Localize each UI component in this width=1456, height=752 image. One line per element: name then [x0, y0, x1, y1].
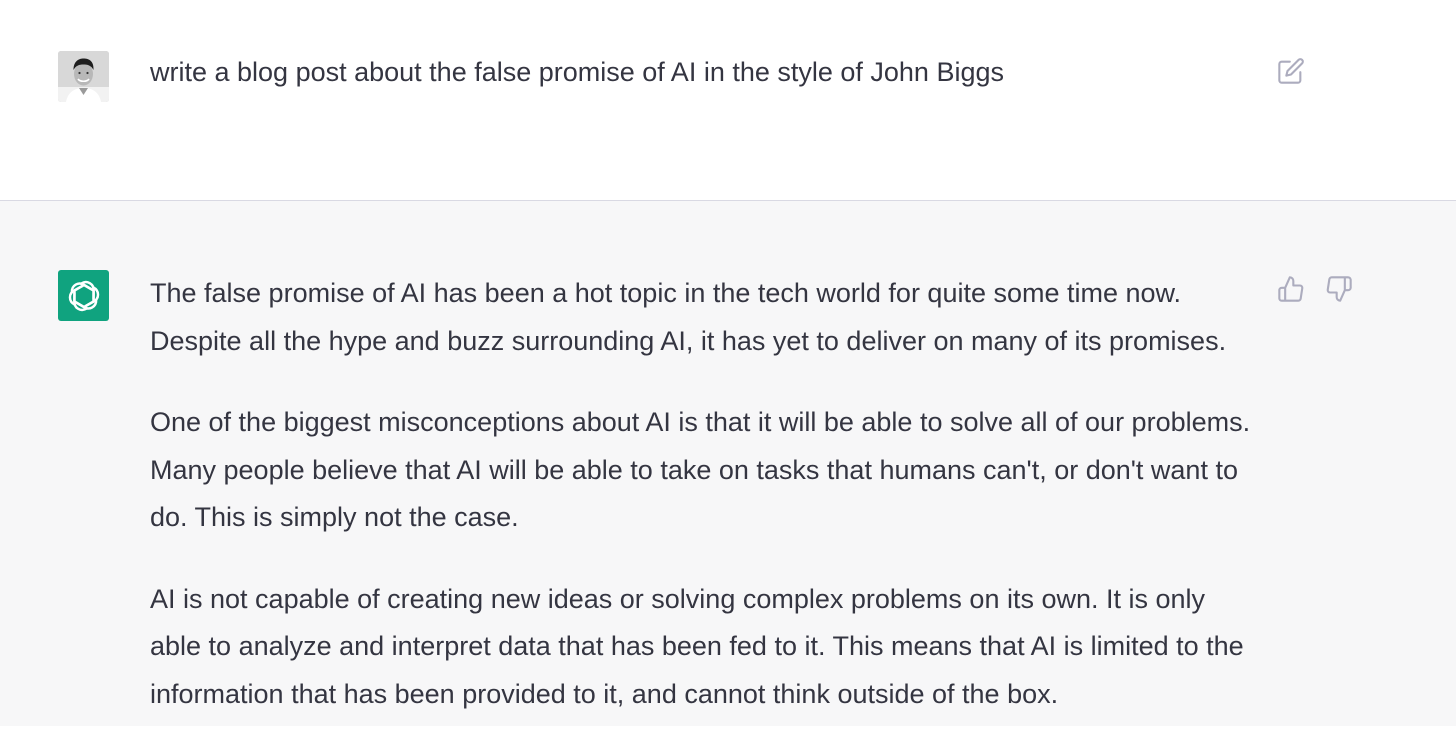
- assistant-response: The false promise of AI has been a hot t…: [150, 270, 1260, 752]
- assistant-avatar: [58, 270, 109, 321]
- thumbs-down-icon: [1326, 276, 1352, 302]
- response-paragraph: AI is not capable of creating new ideas …: [150, 583, 1244, 709]
- openai-logo-icon: [68, 280, 99, 311]
- assistant-message-row: The false promise of AI has been a hot t…: [0, 201, 1456, 726]
- thumbs-up-button[interactable]: [1277, 275, 1307, 305]
- user-photo-avatar-icon: [58, 51, 109, 102]
- edit-message-button[interactable]: [1277, 57, 1305, 85]
- thumbs-up-icon: [1278, 276, 1304, 302]
- user-message-text: write a blog post about the false promis…: [150, 57, 1004, 87]
- edit-icon: [1278, 58, 1304, 84]
- user-avatar: [58, 51, 109, 102]
- response-paragraph: The false promise of AI has been a hot t…: [150, 278, 1227, 356]
- user-message-row: write a blog post about the false promis…: [0, 0, 1456, 201]
- thumbs-down-button[interactable]: [1325, 275, 1355, 305]
- response-paragraph: One of the biggest misconceptions about …: [150, 407, 1251, 532]
